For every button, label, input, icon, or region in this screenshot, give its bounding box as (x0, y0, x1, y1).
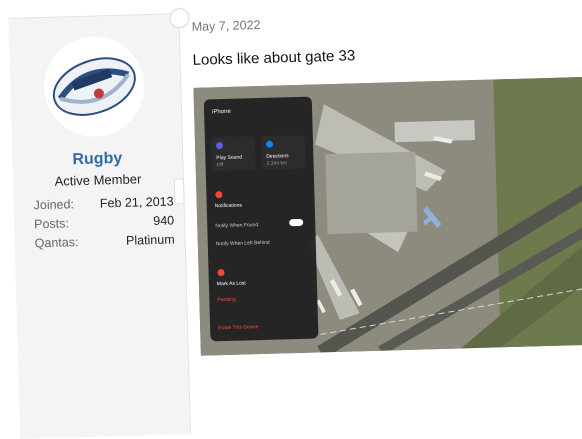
collapse-arrow-icon[interactable] (173, 178, 185, 205)
erase-device-button[interactable]: Erase This Device (218, 323, 310, 331)
notify-left-row[interactable]: Notify When Left Behind (216, 239, 308, 248)
lock-icon (217, 269, 225, 277)
forum-post: Rugby Active Member Joined: Feb 21, 2013… (8, 0, 582, 439)
stat-label: Qantas: (34, 235, 79, 251)
stat-value: 940 (153, 213, 175, 229)
rugby-ball-icon (52, 57, 136, 116)
tile-sub: Off (216, 162, 224, 169)
stat-value: Platinum (125, 232, 175, 248)
tile-label: Directions (266, 153, 289, 160)
bell-icon (215, 191, 223, 199)
avatar[interactable] (42, 35, 146, 138)
tile-sub: 2,344 km (266, 160, 288, 167)
post-marker-icon (169, 7, 190, 29)
pending-status[interactable]: Pending (217, 295, 309, 304)
directions-tile[interactable]: Directions 2,344 km (260, 134, 306, 170)
user-sidebar: Rugby Active Member Joined: Feb 21, 2013… (8, 13, 192, 439)
user-stats: Joined: Feb 21, 2013 Posts: 940 Qantas: … (33, 192, 175, 253)
device-name: iPhone (212, 108, 231, 116)
notify-found-row[interactable]: Notify When Found (215, 218, 307, 230)
page: Rugby Active Member Joined: Feb 21, 2013… (0, 0, 582, 439)
stat-label: Posts: (33, 216, 70, 232)
tile-label: Play Sound (216, 154, 243, 162)
notify-found-toggle[interactable] (289, 218, 304, 227)
speaker-icon (215, 142, 224, 150)
find-my-panel: iPhone Play Sound Off Directions 2,344 k… (203, 96, 319, 342)
play-sound-tile[interactable]: Play Sound Off (210, 136, 256, 172)
row-label: Notify When Left Behind (215, 239, 270, 248)
post-message: Looks like about gate 33 (192, 47, 356, 69)
attached-screenshot[interactable]: iPhone Play Sound Off Directions 2,344 k… (193, 76, 582, 356)
stat-value: Feb 21, 2013 (99, 194, 174, 211)
notifications-heading: Notifications (214, 202, 243, 210)
stat-label: Joined: (33, 197, 75, 213)
post-body: May 7, 2022 Looks like about gate 33 iPh… (169, 0, 582, 431)
row-label: Notify When Found (215, 222, 259, 230)
stat-row-qantas: Qantas: Platinum (34, 230, 174, 253)
mark-lost-heading: Mark As Lost (216, 280, 246, 288)
user-title: Active Member (54, 171, 142, 189)
post-date[interactable]: May 7, 2022 (192, 18, 261, 34)
username-link[interactable]: Rugby (12, 148, 182, 171)
directions-icon (265, 140, 274, 148)
